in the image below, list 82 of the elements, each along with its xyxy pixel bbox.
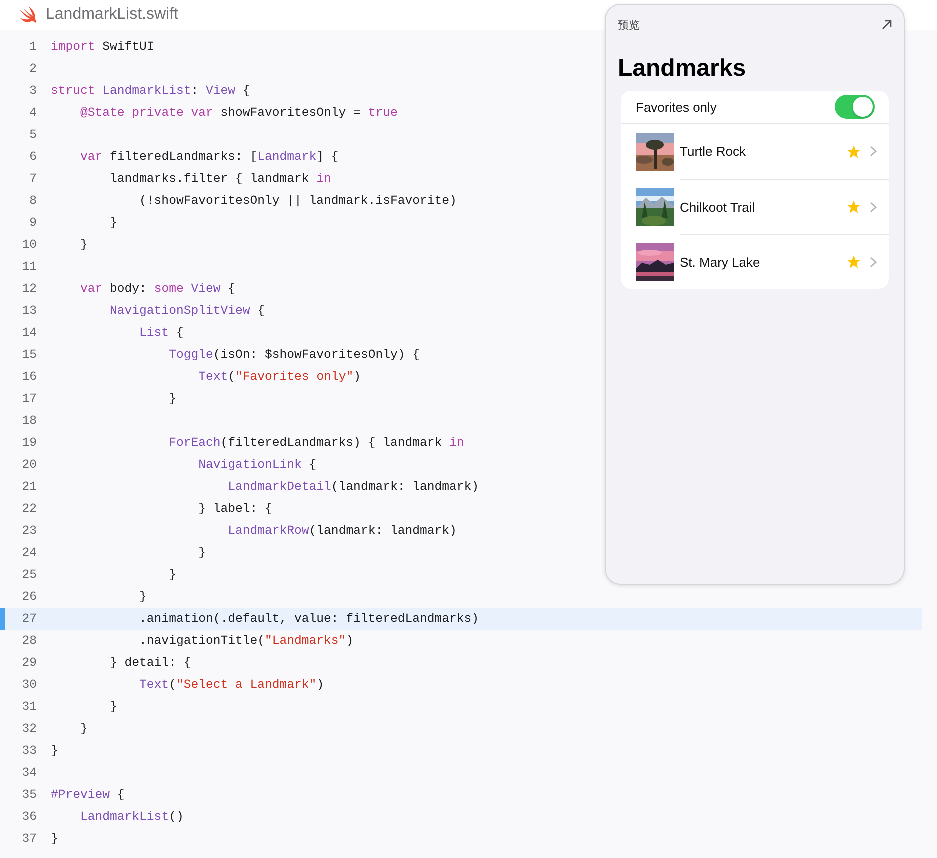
line-number: 5 xyxy=(28,128,37,142)
code-line: Toggle(isOn: $showFavoritesOnly) { xyxy=(168,348,420,362)
preview-title: 预览 xyxy=(618,18,640,32)
line-number: 37 xyxy=(21,832,37,846)
line-number: 12 xyxy=(21,282,37,296)
code-line: } xyxy=(109,700,118,714)
code-line: } xyxy=(80,722,88,736)
landmark-name[interactable]: Turtle Rock xyxy=(680,144,847,159)
line-number: 7 xyxy=(28,172,37,186)
code-line: NavigationLink { xyxy=(198,458,317,472)
line-number: 30 xyxy=(21,678,37,692)
code-line: .navigationTitle("Landmarks") xyxy=(138,634,354,648)
code-line: LandmarkDetail(landmark: landmark) xyxy=(227,480,480,494)
file-tab-title: LandmarkList.swift xyxy=(46,6,178,24)
code-line: List { xyxy=(138,326,184,340)
line-number: 17 xyxy=(21,392,37,406)
landmark-name[interactable]: Chilkoot Trail xyxy=(680,200,847,214)
line-number: 22 xyxy=(21,502,37,516)
navigation-title: Landmarks xyxy=(618,55,748,83)
code-line: landmarks.filter { landmark in xyxy=(109,172,332,186)
swift-logo-icon xyxy=(19,7,38,23)
code-line: import SwiftUI xyxy=(51,40,154,54)
code-line: } xyxy=(80,238,88,252)
code-line: LandmarkList() xyxy=(80,810,184,824)
landmark-name[interactable]: St. Mary Lake xyxy=(680,254,847,270)
line-number: 8 xyxy=(28,194,37,208)
line-number: 9 xyxy=(28,216,37,230)
code-line: NavigationSplitView { xyxy=(109,304,266,318)
line-number: 13 xyxy=(21,304,37,318)
code-line: } xyxy=(51,832,58,846)
chevron-right-icon xyxy=(870,202,877,212)
line-number: 2 xyxy=(28,62,37,76)
code-line: } xyxy=(168,568,176,582)
line-number: 23 xyxy=(21,524,37,538)
line-number: 24 xyxy=(21,546,37,560)
line-number: 27 xyxy=(21,612,37,626)
line-number: 26 xyxy=(21,590,37,604)
code-line: (!showFavoritesOnly || landmark.isFavorite) xyxy=(138,194,457,208)
line-number: 14 xyxy=(21,326,37,340)
code-line: ForEach(filteredLandmarks) { landmark in xyxy=(168,436,464,450)
chevron-right-icon xyxy=(870,256,877,268)
line-number: 25 xyxy=(21,568,37,582)
line-number: 18 xyxy=(21,414,37,428)
code-line: } xyxy=(109,216,118,230)
line-number: 10 xyxy=(21,238,37,252)
line-number: 1 xyxy=(28,40,37,54)
code-line: } detail: { xyxy=(109,656,192,670)
line-number: 3 xyxy=(28,84,37,98)
code-line: @State private var showFavoritesOnly = true xyxy=(80,106,398,120)
line-number: 32 xyxy=(21,722,37,736)
code-line: } xyxy=(138,590,147,604)
line-number: 34 xyxy=(21,766,37,780)
line-number: 4 xyxy=(28,106,37,120)
code-line: Text("Favorites only") xyxy=(198,370,361,384)
code-line: } xyxy=(168,392,176,406)
line-number: 16 xyxy=(21,370,37,384)
line-number: 11 xyxy=(21,260,37,274)
line-number: 35 xyxy=(21,788,37,802)
code-line: } label: { xyxy=(198,502,272,516)
toggle-label: Favorites only xyxy=(636,100,717,114)
line-number: 33 xyxy=(21,744,37,758)
chevron-right-icon xyxy=(870,146,877,157)
code-line: .animation(.default, value: filteredLandmarks) xyxy=(138,612,479,626)
code-line: Text("Select a Landmark") xyxy=(138,678,324,692)
line-number: 15 xyxy=(21,348,37,362)
code-line: LandmarkRow(landmark: landmark) xyxy=(227,524,457,538)
line-number: 19 xyxy=(21,436,37,450)
code-line: struct LandmarkList: View { xyxy=(51,84,250,98)
line-number: 36 xyxy=(21,810,37,824)
favorites-toggle[interactable] xyxy=(835,95,875,119)
code-line: var filteredLandmarks: [Landmark] { xyxy=(80,150,339,164)
line-number: 31 xyxy=(21,700,37,714)
line-number: 21 xyxy=(21,480,37,494)
code-line: #Preview { xyxy=(51,788,125,802)
line-number: 6 xyxy=(28,150,37,164)
code-line: var body: some View { xyxy=(80,282,236,296)
code-line: } xyxy=(51,744,58,758)
expand-icon[interactable] xyxy=(882,20,892,30)
line-number: 28 xyxy=(21,634,37,648)
line-number: 20 xyxy=(21,458,37,472)
code-line: } xyxy=(198,546,206,560)
line-number: 29 xyxy=(21,656,37,670)
